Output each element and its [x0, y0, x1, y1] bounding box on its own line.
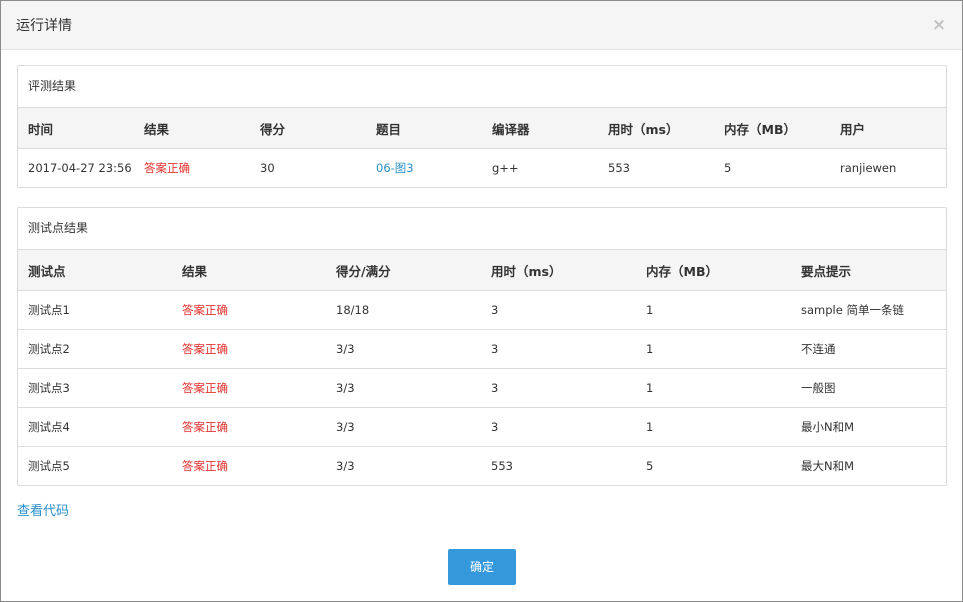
- column-header-time-ms: 用时（ms）: [481, 250, 636, 291]
- cell-time-ms: 3: [481, 329, 636, 369]
- column-header-user: 用户: [830, 108, 946, 149]
- cell-test-point: 测试点3: [18, 368, 172, 408]
- cell-result: 答案正确: [172, 329, 326, 369]
- cell-score: 3/3: [326, 329, 481, 369]
- run-details-dialog: 运行详情 × 评测结果 时间 结果 得分 题目 编译器 用时（ms） 内存（MB…: [0, 0, 963, 602]
- cell-compiler: g++: [492, 161, 519, 175]
- cell-time-ms: 553: [608, 161, 630, 175]
- cell-test-point: 测试点5: [28, 459, 70, 473]
- problem-link[interactable]: 06-图3: [366, 149, 482, 188]
- cell-test-point: 测试点4: [18, 407, 172, 447]
- column-header-compiler: 编译器: [482, 108, 598, 149]
- cell-score: 3/3: [336, 459, 355, 473]
- table-row: 测试点4 答案正确 3/3 3 1 最小N和M: [18, 407, 946, 447]
- table-row: 测试点1 答案正确 18/18 3 1 sample 简单一条链: [18, 290, 946, 330]
- cell-hint: 一般图: [791, 368, 946, 408]
- confirm-button[interactable]: 确定: [448, 549, 516, 585]
- column-header-memory: 内存（MB）: [636, 250, 791, 291]
- judge-result-panel: 评测结果 时间 结果 得分 题目 编译器 用时（ms） 内存（MB） 用户 20…: [17, 65, 947, 188]
- column-header-test-point: 测试点: [18, 250, 172, 291]
- cell-time: 2017-04-27 23:56: [28, 161, 132, 175]
- column-header-time-ms: 用时（ms）: [598, 108, 714, 149]
- column-header-hint: 要点提示: [791, 250, 946, 291]
- cell-result: 答案正确: [172, 407, 326, 447]
- cell-time-ms: 3: [481, 368, 636, 408]
- cell-memory: 5: [646, 459, 654, 473]
- test-points-panel: 测试点结果 测试点 结果 得分/满分 用时（ms） 内存（MB） 要点提示 测试…: [17, 207, 947, 486]
- table-row: 2017-04-27 23:56 答案正确 30 06-图3 g++ 553 5…: [18, 149, 946, 188]
- cell-time-ms: 3: [481, 290, 636, 330]
- column-header-score: 得分: [250, 108, 366, 149]
- cell-hint: sample 简单一条链: [791, 290, 946, 330]
- cell-score: 3/3: [326, 407, 481, 447]
- cell-test-point: 测试点2: [18, 329, 172, 369]
- column-header-result: 结果: [172, 250, 326, 291]
- cell-hint: 不连通: [791, 329, 946, 369]
- column-header-memory: 内存（MB）: [714, 108, 830, 149]
- cell-score: 3/3: [326, 368, 481, 408]
- cell-user: ranjiewen: [840, 161, 897, 175]
- cell-memory: 1: [636, 329, 791, 369]
- column-header-time: 时间: [18, 108, 134, 149]
- cell-score: 30: [260, 161, 275, 175]
- judge-result-table: 时间 结果 得分 题目 编译器 用时（ms） 内存（MB） 用户 2017-04…: [18, 108, 946, 187]
- table-row: 测试点3 答案正确 3/3 3 1 一般图: [18, 368, 946, 408]
- column-header-problem: 题目: [366, 108, 482, 149]
- column-header-score: 得分/满分: [326, 250, 481, 291]
- cell-hint: 最大N和M: [801, 459, 855, 473]
- cell-result: 答案正确: [144, 161, 190, 175]
- cell-memory: 1: [636, 368, 791, 408]
- cell-time-ms: 553: [491, 459, 513, 473]
- column-header-result: 结果: [134, 108, 250, 149]
- cell-test-point: 测试点1: [18, 290, 172, 330]
- cell-time-ms: 3: [481, 407, 636, 447]
- dialog-header: 运行详情 ×: [1, 1, 962, 50]
- cell-memory: 1: [636, 407, 791, 447]
- cell-memory: 1: [636, 290, 791, 330]
- test-points-table: 测试点 结果 得分/满分 用时（ms） 内存（MB） 要点提示 测试点1 答案正…: [18, 250, 946, 485]
- close-icon[interactable]: ×: [930, 15, 948, 35]
- cell-result: 答案正确: [172, 368, 326, 408]
- view-code-link[interactable]: 查看代码: [17, 503, 69, 521]
- table-row: 测试点2 答案正确 3/3 3 1 不连通: [18, 329, 946, 369]
- cell-result: 答案正确: [172, 290, 326, 330]
- judge-result-heading: 评测结果: [18, 66, 946, 108]
- cell-memory: 5: [724, 161, 732, 175]
- cell-result: 答案正确: [182, 459, 228, 473]
- cell-score: 18/18: [326, 290, 481, 330]
- table-row: 测试点5 答案正确 3/3 553 5 最大N和M: [18, 447, 946, 486]
- table-header-row: 测试点 结果 得分/满分 用时（ms） 内存（MB） 要点提示: [18, 250, 946, 291]
- table-header-row: 时间 结果 得分 题目 编译器 用时（ms） 内存（MB） 用户: [18, 108, 946, 149]
- cell-hint: 最小N和M: [791, 407, 946, 447]
- test-points-heading: 测试点结果: [18, 208, 946, 250]
- dialog-title: 运行详情: [16, 18, 72, 34]
